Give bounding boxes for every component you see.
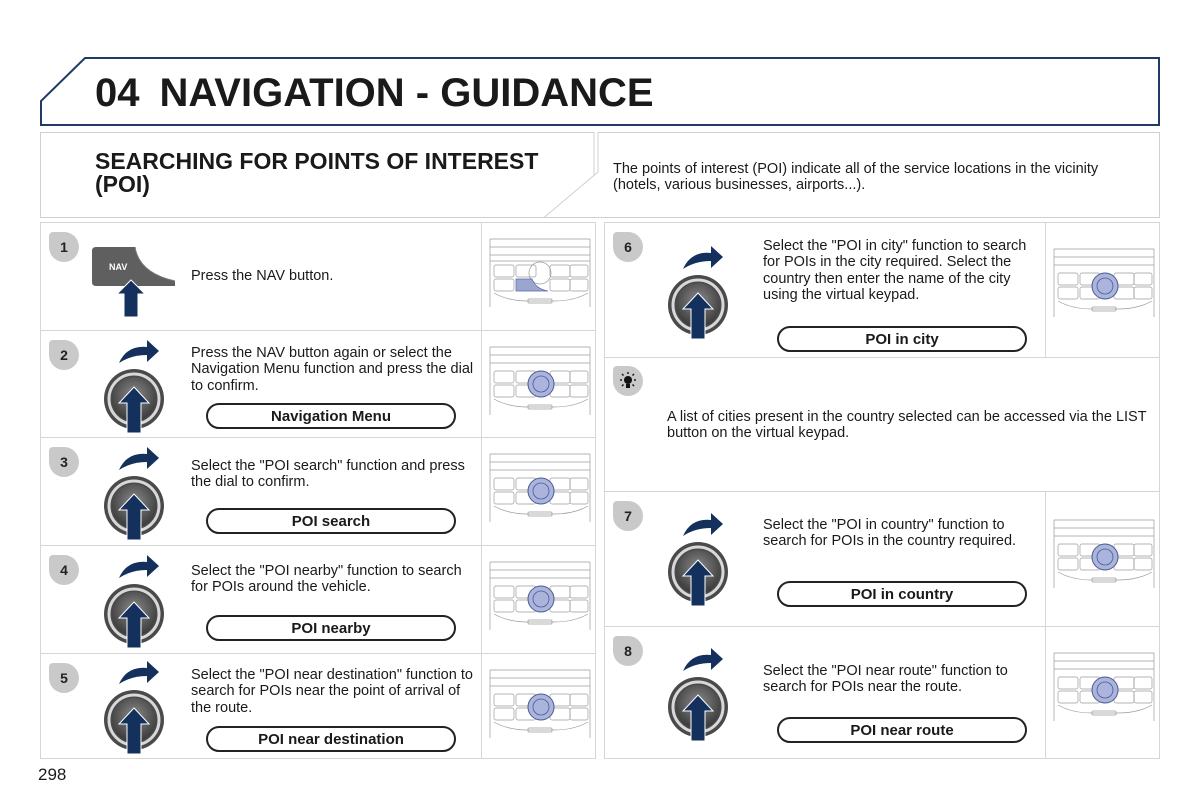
page-number: 298 xyxy=(38,765,67,784)
step-number-badge: 4 xyxy=(49,555,79,585)
nav-key-label: NAV xyxy=(109,262,127,272)
dial-rotate-press-icon xyxy=(668,648,728,742)
poi-near-destination-option[interactable]: POI near destination xyxy=(206,726,456,752)
step-number-badge: 2 xyxy=(49,340,79,370)
console-dial-highlight-image xyxy=(489,453,591,522)
step-1: 1 NAV Press the NAV button. xyxy=(41,223,595,331)
dial-rotate-press-icon xyxy=(104,340,164,434)
console-thumbnail-cell xyxy=(1045,223,1159,357)
step-number-badge: 1 xyxy=(49,232,79,262)
console-dial-highlight-image xyxy=(489,561,591,630)
step-text: Select the "POI near destination" functi… xyxy=(191,667,473,716)
step-text: Press the NAV button again or select the… xyxy=(191,345,474,394)
chapter-number: 04 xyxy=(95,71,140,115)
console-thumbnail-cell xyxy=(481,438,595,545)
step-number-badge: 8 xyxy=(613,636,643,666)
console-thumbnail-cell xyxy=(1045,492,1159,626)
steps-column-right: 6 Select the "POI in city" function to s… xyxy=(604,222,1160,759)
console-nav-highlight-image xyxy=(489,238,591,307)
step-7: 7 Select the "POI in country" function t… xyxy=(605,492,1159,627)
console-dial-highlight-image xyxy=(1053,652,1155,721)
console-thumbnail-cell xyxy=(481,654,595,759)
step-5: 5 Select the "POI near destination" func… xyxy=(41,654,595,759)
poi-in-country-option[interactable]: POI in country xyxy=(777,581,1027,607)
dial-rotate-press-icon xyxy=(104,661,164,755)
step-text: Select the "POI in country" function to … xyxy=(763,517,1017,550)
step-6: 6 Select the "POI in city" function to s… xyxy=(605,223,1159,358)
section-title: SEARCHING FOR POINTS OF INTEREST (POI) xyxy=(95,148,539,197)
poi-in-city-option[interactable]: POI in city xyxy=(777,326,1027,352)
console-dial-highlight-image xyxy=(489,669,591,738)
step-text: Select the "POI nearby" function to sear… xyxy=(191,563,462,596)
dial-rotate-press-icon xyxy=(668,246,728,340)
poi-search-option[interactable]: POI search xyxy=(206,508,456,534)
console-thumbnail-cell xyxy=(1045,627,1159,758)
tip-badge xyxy=(613,366,643,396)
section-title-panel: SEARCHING FOR POINTS OF INTEREST (POI) xyxy=(40,132,596,218)
step-number-badge: 7 xyxy=(613,501,643,531)
dial-rotate-press-icon xyxy=(104,447,164,541)
poi-nearby-option[interactable]: POI nearby xyxy=(206,615,456,641)
step-4: 4 Select the "POI nearby" function to se… xyxy=(41,546,595,654)
tip-box: A list of cities present in the country … xyxy=(605,358,1159,492)
step-text: Press the NAV button. xyxy=(191,268,334,284)
intro-panel: The points of interest (POI) indicate al… xyxy=(540,132,1160,218)
dial-rotate-press-icon xyxy=(668,513,728,607)
console-dial-highlight-image xyxy=(1053,248,1155,317)
dial-rotate-press-icon xyxy=(104,555,164,649)
tip-text: A list of cities present in the country … xyxy=(667,409,1147,442)
navigation-menu-option[interactable]: Navigation Menu xyxy=(206,403,456,429)
nav-button-press-icon: NAV xyxy=(92,246,176,318)
poi-near-route-option[interactable]: POI near route xyxy=(777,717,1027,743)
chapter-heading: 04 NAVIGATION - GUIDANCE xyxy=(95,71,654,116)
chapter-header: 04 NAVIGATION - GUIDANCE xyxy=(40,57,1160,126)
step-text: Select the "POI in city" function to sea… xyxy=(763,238,1027,303)
console-dial-highlight-image xyxy=(1053,519,1155,588)
console-thumbnail-cell xyxy=(481,331,595,437)
lightbulb-icon xyxy=(620,372,636,388)
steps-column-left: 1 NAV Press the NAV button. 2 Press the … xyxy=(40,222,596,759)
intro-text: The points of interest (POI) indicate al… xyxy=(613,161,1099,193)
step-number-badge: 3 xyxy=(49,447,79,477)
step-3: 3 Select the "POI search" function and p… xyxy=(41,438,595,546)
console-thumbnail-cell xyxy=(481,223,595,330)
step-2: 2 Press the NAV button again or select t… xyxy=(41,331,595,438)
console-thumbnail-cell xyxy=(481,546,595,653)
step-text: Select the "POI near route" function to … xyxy=(763,663,1008,696)
console-dial-highlight-image xyxy=(489,346,591,415)
step-text: Select the "POI search" function and pre… xyxy=(191,458,465,491)
chapter-title: NAVIGATION - GUIDANCE xyxy=(159,71,654,115)
step-number-badge: 5 xyxy=(49,663,79,693)
step-number-badge: 6 xyxy=(613,232,643,262)
step-8: 8 Select the "POI near route" function t… xyxy=(605,627,1159,758)
